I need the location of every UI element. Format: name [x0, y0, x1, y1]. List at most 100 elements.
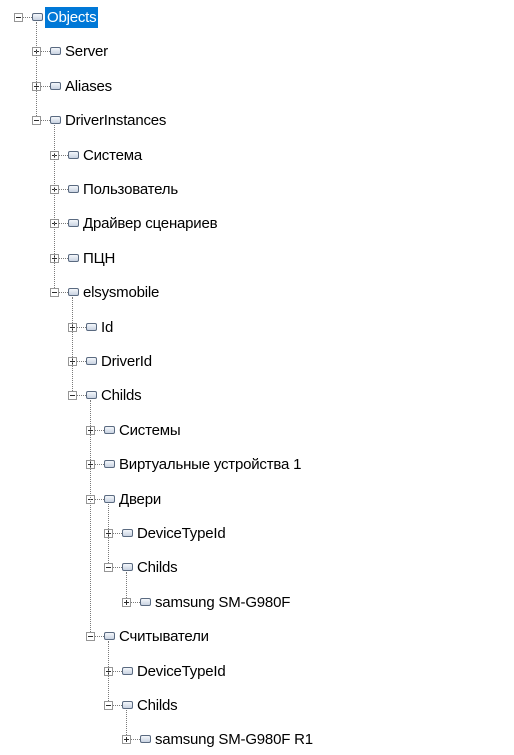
node-object-icon — [50, 47, 61, 56]
tree-connector-line — [23, 17, 32, 18]
tree-node-label[interactable]: elsysmobile — [81, 282, 161, 303]
tree-connector-line — [77, 326, 86, 328]
tree-connector-line — [59, 257, 68, 259]
tree-node-label[interactable]: Aliases — [63, 76, 114, 97]
node-object-icon — [86, 357, 97, 365]
tree-connector-line — [113, 533, 122, 534]
tree-connector-line — [77, 395, 86, 397]
node-object-icon — [86, 391, 97, 400]
tree-node-schityvateli[interactable]: Считыватели — [0, 626, 514, 648]
tree-guide-line — [36, 22, 37, 117]
collapse-toggle-icon[interactable] — [86, 632, 95, 642]
tree-node-label[interactable]: Система — [81, 145, 144, 166]
tree-node-objects[interactable]: Objects — [0, 7, 514, 29]
tree-node-devicetypeid[interactable]: DeviceTypeId — [0, 523, 514, 545]
expand-toggle-icon[interactable] — [122, 597, 131, 607]
node-object-icon — [86, 322, 97, 331]
node-object-icon — [104, 425, 115, 434]
tree-connector-line — [59, 189, 68, 190]
tree-node-childs[interactable]: Childs — [0, 385, 514, 407]
collapse-toggle-icon[interactable] — [50, 288, 59, 298]
tree-node-dveri[interactable]: Двери — [0, 489, 514, 511]
tree-node-childs[interactable]: Childs — [0, 557, 514, 579]
tree-node-sistema[interactable]: Система — [0, 145, 514, 167]
tree-connector-line — [113, 567, 122, 569]
node-object-icon — [68, 219, 79, 228]
collapse-toggle-icon[interactable] — [104, 701, 113, 710]
node-object-icon — [104, 460, 115, 469]
tree-connector-line — [131, 739, 140, 741]
tree-node-label[interactable]: Системы — [117, 420, 182, 441]
node-object-icon — [32, 13, 43, 21]
node-object-icon — [68, 185, 79, 193]
node-object-icon — [122, 563, 133, 572]
tree-node-label[interactable]: samsung SM-G980F — [153, 592, 292, 613]
node-object-icon — [104, 632, 115, 641]
tree-node-driverid[interactable]: DriverId — [0, 351, 514, 373]
expand-toggle-icon[interactable] — [122, 735, 131, 745]
tree-node-server[interactable]: Server — [0, 41, 514, 63]
tree-node-label[interactable]: Childs — [135, 695, 179, 716]
tree-node-id[interactable]: Id — [0, 317, 514, 339]
tree-node-devicetypeid[interactable]: DeviceTypeId — [0, 661, 514, 683]
tree-node-label[interactable]: DeviceTypeId — [135, 661, 227, 682]
node-object-icon — [140, 735, 151, 744]
tree-connector-line — [95, 464, 104, 466]
tree-node-label[interactable]: Server — [63, 41, 110, 62]
tree-node-childs[interactable]: Childs — [0, 695, 514, 717]
node-object-icon — [104, 494, 115, 503]
tree-node-label[interactable]: Виртуальные устройства 1 — [117, 454, 303, 475]
tree-node-aliases[interactable]: Aliases — [0, 76, 514, 98]
tree-guide-line — [126, 572, 127, 598]
tree-node-label[interactable]: samsung SM-G980F R1 — [153, 729, 315, 750]
tree-node-label[interactable]: Objects — [45, 7, 99, 28]
tree-node-elsysmobile[interactable]: elsysmobile — [0, 282, 514, 304]
tree-node-samsung-sm-g980f-r1[interactable]: samsung SM-G980F R1 — [0, 729, 514, 751]
tree-node-ptsn[interactable]: ПЦН — [0, 248, 514, 270]
tree-guide-line — [54, 125, 55, 289]
tree-node-label[interactable]: Пользователь — [81, 179, 180, 200]
node-object-icon — [122, 666, 133, 675]
tree-connector-line — [41, 120, 50, 122]
tree-node-label[interactable]: Двери — [117, 489, 163, 510]
node-object-icon — [50, 116, 61, 125]
tree-connector-line — [59, 154, 68, 156]
tree-node-label[interactable]: DeviceTypeId — [135, 523, 227, 544]
tree-guide-line — [108, 641, 109, 701]
tree-node-polzovatel[interactable]: Пользователь — [0, 179, 514, 201]
tree-connector-line — [113, 670, 122, 672]
tree-connector-line — [95, 636, 104, 638]
tree-guide-line — [108, 503, 109, 564]
collapse-toggle-icon[interactable] — [32, 116, 41, 126]
tree-node-driverinstances[interactable]: DriverInstances — [0, 110, 514, 132]
tree-node-virtualnye-ustroystva-1[interactable]: Виртуальные устройства 1 — [0, 454, 514, 476]
tree-node-label[interactable]: ПЦН — [81, 248, 117, 269]
tree-connector-line — [59, 223, 68, 225]
tree-node-samsung-sm-g980f[interactable]: samsung SM-G980F — [0, 592, 514, 614]
tree-connector-line — [95, 429, 104, 431]
node-object-icon — [122, 701, 133, 709]
tree-guide-line — [72, 297, 73, 392]
tree-guide-line — [90, 400, 91, 633]
object-tree-view[interactable]: Objects Server Aliases DriverInstances Систе… — [0, 0, 514, 755]
node-object-icon — [122, 529, 133, 537]
tree-node-label[interactable]: Childs — [99, 385, 143, 406]
tree-connector-line — [95, 498, 104, 500]
tree-connector-line — [131, 601, 140, 603]
tree-connector-line — [41, 51, 50, 53]
collapse-toggle-icon[interactable] — [104, 563, 113, 573]
tree-node-label[interactable]: Childs — [135, 557, 179, 578]
tree-node-label[interactable]: Драйвер сценариев — [81, 213, 219, 234]
tree-node-drayver-stsenariev[interactable]: Драйвер сценариев — [0, 213, 514, 235]
tree-connector-line — [113, 705, 122, 706]
tree-node-sistemy[interactable]: Системы — [0, 420, 514, 442]
tree-connector-line — [59, 292, 68, 294]
collapse-toggle-icon[interactable] — [68, 391, 77, 401]
tree-connector-line — [41, 85, 50, 87]
tree-node-label[interactable]: DriverInstances — [63, 110, 168, 131]
tree-node-label[interactable]: Считыватели — [117, 626, 211, 647]
collapse-toggle-icon[interactable] — [14, 13, 23, 22]
tree-node-label[interactable]: DriverId — [99, 351, 154, 372]
node-object-icon — [68, 150, 79, 159]
tree-node-label[interactable]: Id — [99, 317, 115, 338]
